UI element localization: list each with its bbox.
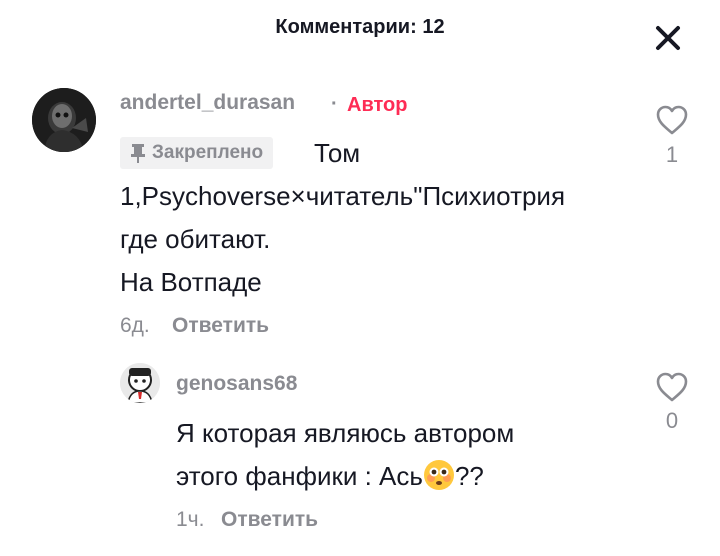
like-button[interactable] bbox=[655, 104, 689, 136]
heart-outline-icon bbox=[656, 372, 688, 402]
avatar[interactable] bbox=[32, 88, 96, 152]
reply-button[interactable]: Ответить bbox=[172, 314, 269, 338]
comment-text-line: На Вотпаде bbox=[120, 267, 262, 297]
comment-timestamp: 6д. bbox=[120, 314, 150, 337]
close-button[interactable] bbox=[652, 22, 684, 54]
avatar[interactable] bbox=[120, 363, 160, 403]
comment-text-line: этого фанфики : Ась ?? bbox=[176, 455, 484, 498]
like-count: 0 bbox=[665, 408, 679, 433]
comment-timestamp: 1ч. bbox=[176, 508, 205, 531]
like-count: 1 bbox=[665, 142, 679, 167]
page-title: Комментарии: 12 bbox=[275, 16, 445, 38]
reply-button[interactable]: Ответить bbox=[221, 508, 318, 532]
pinned-badge: Закреплено bbox=[120, 137, 274, 169]
comment-text-segment: этого фанфики : Ась bbox=[176, 461, 423, 491]
close-icon bbox=[656, 26, 680, 50]
like-button[interactable] bbox=[655, 371, 689, 403]
comment-text-line: где обитают. bbox=[120, 224, 271, 254]
comment-text-line: Я которая являюсь автором bbox=[176, 418, 515, 448]
pinned-label: Закреплено bbox=[152, 142, 264, 163]
separator-dot: · bbox=[331, 93, 338, 115]
author-badge: Автор bbox=[347, 94, 408, 116]
flushed-face-emoji bbox=[423, 459, 455, 491]
pin-icon bbox=[131, 144, 145, 163]
comment-username[interactable]: andertel_durasan bbox=[120, 91, 295, 115]
heart-outline-icon bbox=[656, 105, 688, 135]
comment-text-line: Том bbox=[314, 138, 361, 168]
comment-username[interactable]: genosans68 bbox=[176, 372, 297, 396]
comment-text-segment: ?? bbox=[454, 461, 484, 491]
comment-text-line: 1,Psychoverse×читатель"Психиотрия bbox=[120, 181, 566, 211]
